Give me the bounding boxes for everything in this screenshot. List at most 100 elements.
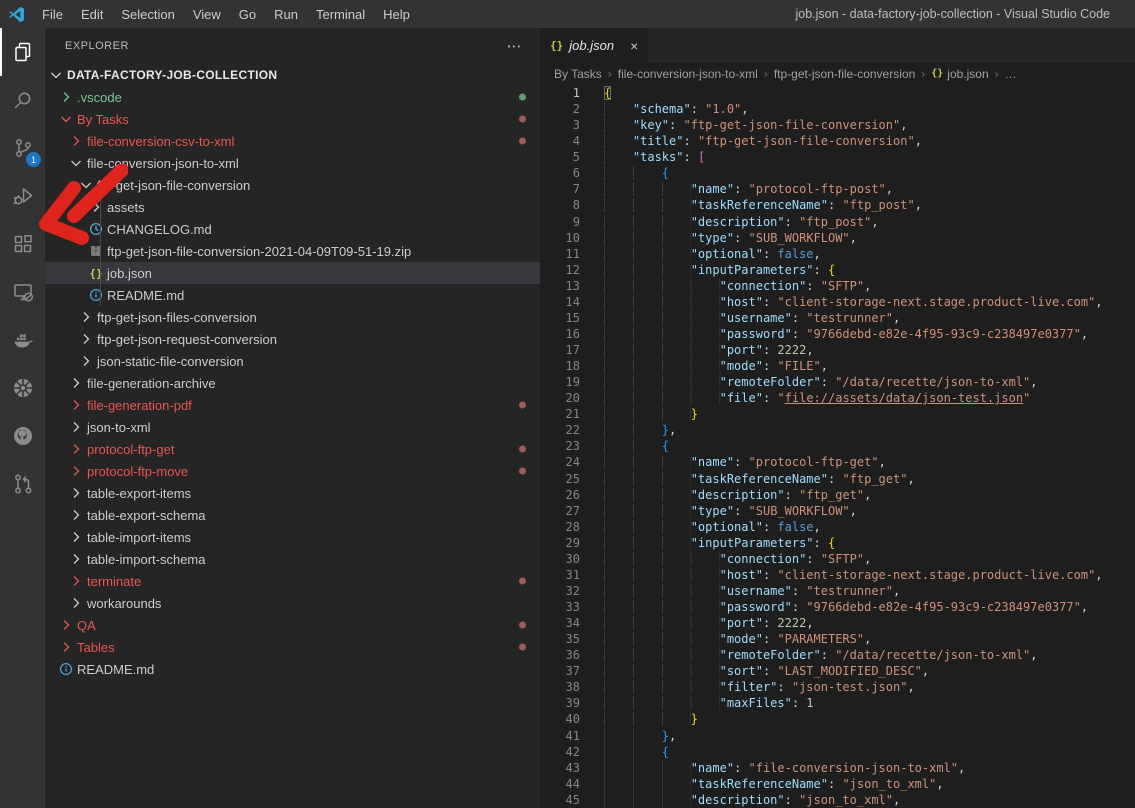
- code-line[interactable]: 16 "password": "9766debd-e82e-4f95-93c9-…: [540, 326, 1135, 342]
- pull-request-icon[interactable]: [0, 460, 45, 508]
- code-line[interactable]: 29 "inputParameters": {: [540, 535, 1135, 551]
- code-line[interactable]: 39 "maxFiles": 1: [540, 695, 1135, 711]
- code-line[interactable]: 8 "taskReferenceName": "ftp_post",: [540, 197, 1135, 213]
- menu-edit[interactable]: Edit: [72, 0, 112, 28]
- code-line[interactable]: 7 "name": "protocol-ftp-post",: [540, 181, 1135, 197]
- github-icon[interactable]: [0, 412, 45, 460]
- code-line[interactable]: 22 },: [540, 422, 1135, 438]
- chevron-down-icon[interactable]: [68, 155, 84, 171]
- code-line[interactable]: 31 "host": "client-storage-next.stage.pr…: [540, 567, 1135, 583]
- code-line[interactable]: 4 "title": "ftp-get-json-file-conversion…: [540, 133, 1135, 149]
- code-line[interactable]: 32 "username": "testrunner",: [540, 583, 1135, 599]
- menu-selection[interactable]: Selection: [112, 0, 183, 28]
- tree-item[interactable]: assets: [45, 196, 540, 218]
- code-line[interactable]: 5 "tasks": [: [540, 149, 1135, 165]
- code-line[interactable]: 6 {: [540, 165, 1135, 181]
- chevron-right-icon[interactable]: [68, 485, 84, 501]
- chevron-right-icon[interactable]: [68, 573, 84, 589]
- code-line[interactable]: 20 "file": "file://assets/data/json-test…: [540, 390, 1135, 406]
- code-editor[interactable]: 1{2 "schema": "1.0",3 "key": "ftp-get-js…: [540, 85, 1135, 808]
- code-line[interactable]: 30 "connection": "SFTP",: [540, 551, 1135, 567]
- menu-file[interactable]: File: [33, 0, 72, 28]
- tree-item[interactable]: CHANGELOG.md: [45, 218, 540, 240]
- explorer-icon[interactable]: [0, 28, 45, 76]
- tree-item[interactable]: table-import-schema: [45, 548, 540, 570]
- chevron-right-icon[interactable]: [58, 89, 74, 105]
- tree-item[interactable]: file-conversion-csv-to-xml: [45, 130, 540, 152]
- code-line[interactable]: 33 "password": "9766debd-e82e-4f95-93c9-…: [540, 599, 1135, 615]
- code-line[interactable]: 24 "name": "protocol-ftp-get",: [540, 454, 1135, 470]
- remote-explorer-icon[interactable]: [0, 268, 45, 316]
- code-line[interactable]: 41 },: [540, 728, 1135, 744]
- tree-item[interactable]: terminate: [45, 570, 540, 592]
- chevron-right-icon[interactable]: [68, 507, 84, 523]
- breadcrumb-item[interactable]: file-conversion-json-to-xml: [618, 67, 758, 81]
- code-line[interactable]: 1{: [540, 85, 1135, 101]
- code-line[interactable]: 18 "mode": "FILE",: [540, 358, 1135, 374]
- chevron-right-icon[interactable]: [58, 639, 74, 655]
- code-line[interactable]: 12 "inputParameters": {: [540, 262, 1135, 278]
- tree-item[interactable]: protocol-ftp-move: [45, 460, 540, 482]
- chevron-down-icon[interactable]: [48, 67, 64, 83]
- tree-item[interactable]: workarounds: [45, 592, 540, 614]
- code-line[interactable]: 28 "optional": false,: [540, 519, 1135, 535]
- menu-terminal[interactable]: Terminal: [307, 0, 374, 28]
- code-line[interactable]: 23 {: [540, 438, 1135, 454]
- run-debug-icon[interactable]: [0, 172, 45, 220]
- code-line[interactable]: 13 "connection": "SFTP",: [540, 278, 1135, 294]
- breadcrumb-item[interactable]: …: [1005, 67, 1017, 81]
- chevron-down-icon[interactable]: [78, 177, 94, 193]
- chevron-down-icon[interactable]: [58, 111, 74, 127]
- docker-icon[interactable]: [0, 316, 45, 364]
- tree-item[interactable]: README.md: [45, 658, 540, 680]
- chevron-right-icon[interactable]: [68, 441, 84, 457]
- tree-item[interactable]: ftp-get-json-file-conversion: [45, 174, 540, 196]
- menu-help[interactable]: Help: [374, 0, 419, 28]
- code-line[interactable]: 14 "host": "client-storage-next.stage.pr…: [540, 294, 1135, 310]
- breadcrumb-item[interactable]: By Tasks: [554, 67, 602, 81]
- tree-item[interactable]: file-generation-pdf: [45, 394, 540, 416]
- tree-item[interactable]: file-generation-archive: [45, 372, 540, 394]
- breadcrumb-item[interactable]: {}job.json: [931, 67, 988, 81]
- code-line[interactable]: 44 "taskReferenceName": "json_to_xml",: [540, 776, 1135, 792]
- code-line[interactable]: 17 "port": 2222,: [540, 342, 1135, 358]
- code-line[interactable]: 37 "sort": "LAST_MODIFIED_DESC",: [540, 663, 1135, 679]
- chevron-right-icon[interactable]: [68, 463, 84, 479]
- menu-run[interactable]: Run: [265, 0, 307, 28]
- source-control-icon[interactable]: 1: [0, 124, 45, 172]
- tree-item[interactable]: table-export-items: [45, 482, 540, 504]
- code-line[interactable]: 3 "key": "ftp-get-json-file-conversion",: [540, 117, 1135, 133]
- code-line[interactable]: 35 "mode": "PARAMETERS",: [540, 631, 1135, 647]
- chevron-right-icon[interactable]: [68, 529, 84, 545]
- extensions-icon[interactable]: [0, 220, 45, 268]
- chevron-right-icon[interactable]: [88, 199, 104, 215]
- tree-item[interactable]: table-export-schema: [45, 504, 540, 526]
- code-line[interactable]: 11 "optional": false,: [540, 246, 1135, 262]
- chevron-right-icon[interactable]: [68, 375, 84, 391]
- code-line[interactable]: 27 "type": "SUB_WORKFLOW",: [540, 503, 1135, 519]
- breadcrumb-item[interactable]: ftp-get-json-file-conversion: [774, 67, 915, 81]
- code-line[interactable]: 34 "port": 2222,: [540, 615, 1135, 631]
- code-line[interactable]: 42 {: [540, 744, 1135, 760]
- code-line[interactable]: 21 }: [540, 406, 1135, 422]
- code-line[interactable]: 9 "description": "ftp_post",: [540, 214, 1135, 230]
- code-line[interactable]: 43 "name": "file-conversion-json-to-xml"…: [540, 760, 1135, 776]
- tree-item[interactable]: .vscode: [45, 86, 540, 108]
- code-line[interactable]: 45 "description": "json_to_xml",: [540, 792, 1135, 808]
- tree-item[interactable]: file-conversion-json-to-xml: [45, 152, 540, 174]
- menu-view[interactable]: View: [184, 0, 230, 28]
- chevron-right-icon[interactable]: [78, 309, 94, 325]
- code-line[interactable]: 26 "description": "ftp_get",: [540, 487, 1135, 503]
- tree-item[interactable]: By Tasks: [45, 108, 540, 130]
- tree-item[interactable]: ftp-get-json-request-conversion: [45, 328, 540, 350]
- tree-item[interactable]: json-to-xml: [45, 416, 540, 438]
- chevron-right-icon[interactable]: [78, 331, 94, 347]
- code-line[interactable]: 36 "remoteFolder": "/data/recette/json-t…: [540, 647, 1135, 663]
- chevron-right-icon[interactable]: [58, 617, 74, 633]
- code-line[interactable]: 15 "username": "testrunner",: [540, 310, 1135, 326]
- kubernetes-icon[interactable]: [0, 364, 45, 412]
- chevron-right-icon[interactable]: [68, 419, 84, 435]
- tree-root-folder[interactable]: DATA-FACTORY-JOB-COLLECTION: [45, 64, 540, 86]
- tree-item[interactable]: ftp-get-json-file-conversion-2021-04-09T…: [45, 240, 540, 262]
- tab-job-json[interactable]: {} job.json ×: [540, 28, 648, 63]
